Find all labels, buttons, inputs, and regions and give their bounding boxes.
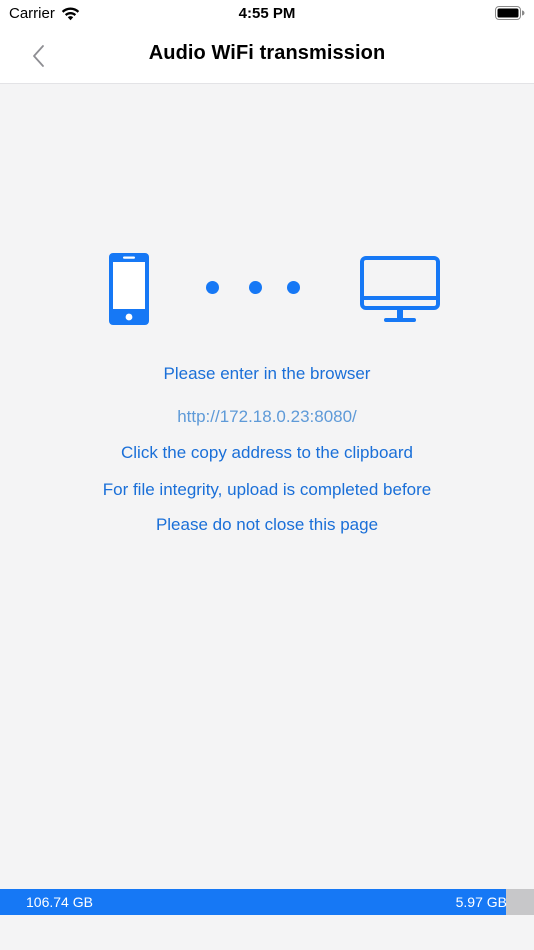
storage-usage-bar: 106.74 GB 5.97 GB xyxy=(0,889,534,915)
status-time: 4:55 PM xyxy=(238,5,296,22)
server-address-link[interactable]: http://172.18.0.23:8080/ xyxy=(0,407,534,427)
instruction-copy-address: Click the copy address to the clipboard xyxy=(121,443,413,462)
smartphone-icon xyxy=(109,253,149,325)
storage-used-label: 5.97 GB xyxy=(455,894,507,910)
connection-dot-3 xyxy=(287,281,300,294)
battery-icon xyxy=(495,6,525,20)
navigation-bar: Audio WiFi transmission xyxy=(0,28,534,84)
instruction-file-integrity: For file integrity, upload is completed … xyxy=(102,480,432,499)
bottom-safe-area xyxy=(0,915,534,950)
status-bar: Carrier 4:55 PM xyxy=(0,0,534,28)
connection-dot-2 xyxy=(249,281,262,294)
storage-free-label: 106.74 GB xyxy=(26,894,93,910)
page-title: Audio WiFi transmission xyxy=(148,42,386,64)
monitor-icon xyxy=(360,256,440,322)
instruction-enter-browser: Please enter in the browser xyxy=(163,364,371,383)
storage-used-fill xyxy=(506,889,534,915)
connection-dot-1 xyxy=(206,281,219,294)
instruction-do-not-close: Please do not close this page xyxy=(155,515,379,534)
